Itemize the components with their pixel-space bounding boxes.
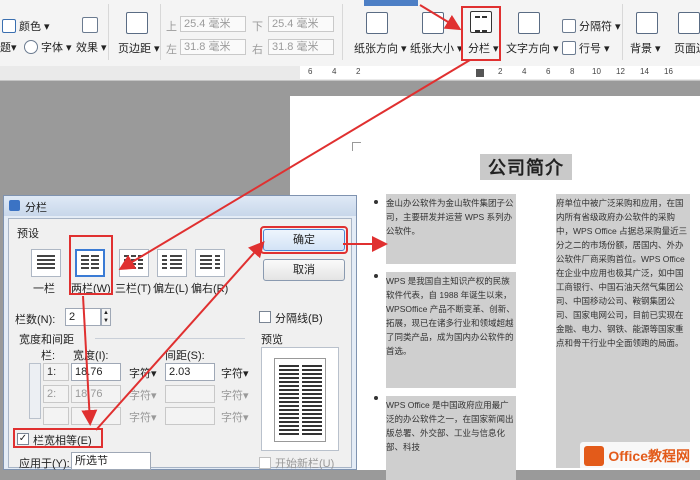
office-watermark: Office教程网 xyxy=(580,442,694,470)
arrow-to-ok xyxy=(95,241,265,431)
arrow-to-columns-button xyxy=(419,4,462,31)
arrow-to-equal-width xyxy=(81,295,98,426)
annotation-arrows xyxy=(81,4,471,431)
watermark-text: Office教程网 xyxy=(608,448,690,464)
arrow-to-two-columns xyxy=(118,59,471,271)
office-logo-icon xyxy=(584,446,605,466)
